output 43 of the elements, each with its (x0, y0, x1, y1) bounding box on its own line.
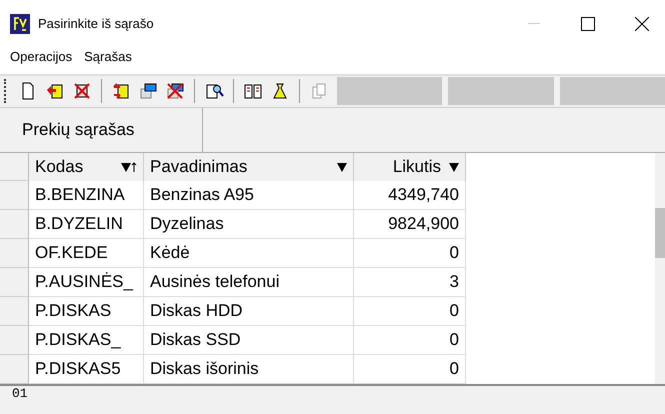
status-text: 01 (0, 384, 665, 414)
scrollbar[interactable] (655, 153, 665, 384)
menu-item[interactable]: Operacijos (4, 49, 78, 64)
row-indicator (0, 355, 29, 384)
table-cell: B.DYZELIN (29, 210, 144, 240)
row-indicator (0, 181, 29, 210)
table-cell: 0 (354, 297, 466, 326)
column-header[interactable]: Kodas (29, 153, 144, 182)
table-cell: OF.KEDE (29, 239, 144, 268)
row-indicator (0, 297, 29, 326)
row-indicator (0, 239, 29, 268)
close-icon[interactable] (635, 16, 649, 31)
window-title: Pasirinkite iš sąrašo (38, 16, 155, 32)
menu-item[interactable]: Sąrašas (78, 49, 138, 64)
table-cell: 0 (354, 239, 466, 268)
filter-icon[interactable] (337, 161, 347, 174)
table-cell: 4349,740 (354, 181, 466, 210)
table-cell: P.DISKAS (29, 297, 144, 326)
table-cell: Diskas SSD (144, 326, 354, 356)
row-indicator (0, 268, 29, 298)
window-icon[interactable] (138, 81, 158, 102)
refresh-icon[interactable] (111, 81, 131, 102)
table-cell: Diskas HDD (144, 297, 354, 326)
app-logo-icon (10, 14, 30, 34)
column-header[interactable]: Likutis (354, 153, 466, 182)
delete-window-icon[interactable] (165, 81, 185, 102)
table-cell: B.BENZINA (29, 181, 144, 210)
table-cell: Ausinės telefonui (144, 268, 354, 298)
table-cell: P.DISKAS_ (29, 326, 144, 356)
table-cell: 9824,900 (354, 210, 466, 240)
table-cell: Benzinas A95 (144, 181, 354, 210)
table-cell: Kėdė (144, 239, 354, 268)
row-indicator (0, 210, 29, 240)
table-cell: 3 (354, 268, 466, 298)
filter-icon[interactable] (449, 161, 459, 174)
table-cell: Dyzelinas (144, 210, 354, 240)
maximize-icon[interactable] (581, 16, 595, 31)
column-header[interactable]: Pavadinimas (144, 153, 354, 182)
row-indicator (0, 326, 29, 356)
sort-filter-icon[interactable] (121, 161, 137, 174)
table-cell: 0 (354, 326, 466, 356)
table-cell: P.AUSINĖS_ (29, 268, 144, 298)
delete-document-icon[interactable] (72, 81, 92, 102)
